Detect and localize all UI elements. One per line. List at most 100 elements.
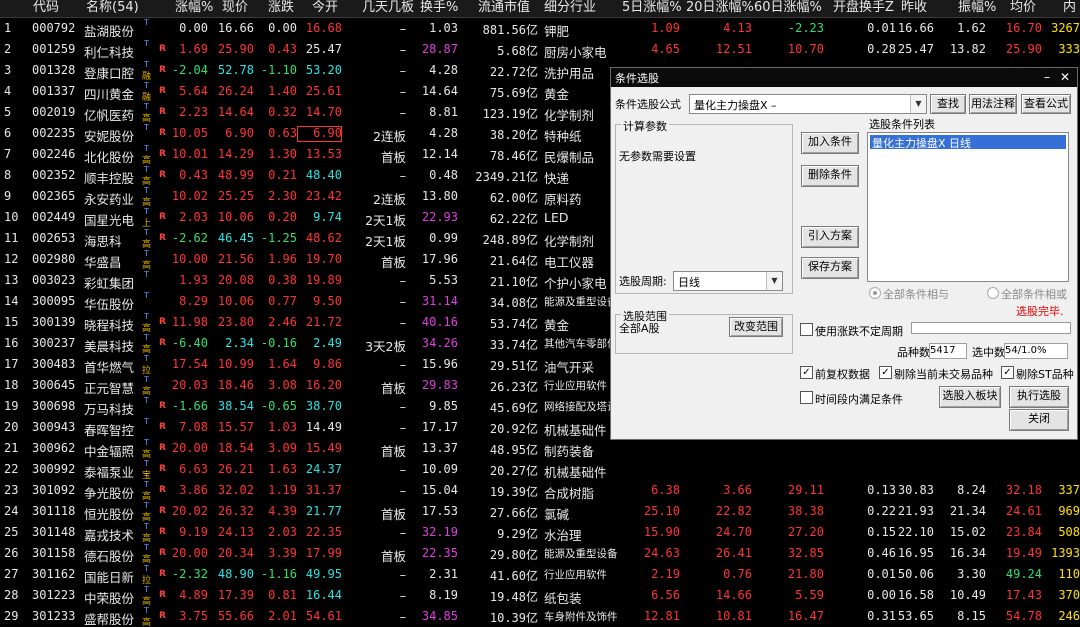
turnover-pct: 13.80 (421, 189, 458, 203)
radio-or[interactable] (987, 287, 999, 299)
column-header[interactable]: 代码 (33, 0, 59, 15)
column-header[interactable]: 开盘换手Z (833, 0, 894, 15)
change-60d: 32.85 (787, 546, 824, 560)
search-button[interactable]: 查找 (930, 94, 966, 114)
open-turnover: 0.00 (867, 588, 896, 602)
limit-up-streak: 首板 (380, 255, 406, 270)
column-header[interactable]: 名称(54) (86, 0, 139, 15)
exclude-st-checkbox[interactable]: ✓ (1001, 366, 1014, 379)
table-row[interactable]: 29 301233 盛帮股份 3.75 55.66 2.01 54.61 – 34.85 10.3… (0, 606, 1080, 627)
stock-name: 登康口腔 (84, 66, 135, 81)
timerange-checkbox[interactable] (800, 391, 813, 404)
column-header[interactable]: 60日涨幅% (754, 0, 822, 15)
save-scheme-button[interactable]: 保存方案 (801, 257, 859, 279)
close-button[interactable]: 关闭 (1009, 409, 1069, 431)
chevron-down-icon[interactable]: ▼ (766, 272, 782, 290)
open: 23.42 (305, 189, 342, 203)
delete-condition-button[interactable]: 删除条件 (801, 165, 859, 187)
stock-name: 盛帮股份 (84, 612, 135, 627)
r-flag: R (159, 338, 166, 348)
tag-marker: 高 (142, 492, 152, 501)
table-row[interactable]: 24 301118 恒光股份 20.02 26.32 4.39 21.77 首板 17.53 27… (0, 501, 1080, 522)
column-header[interactable]: 今开 (312, 0, 338, 15)
stock-code: 001337 (32, 84, 76, 98)
price: 6.90 (225, 126, 254, 140)
formula-select[interactable]: 量化主力操盘X – ▼ (689, 94, 927, 114)
turnover-pct: 0.99 (429, 231, 458, 245)
turnover-pct: 40.16 (421, 315, 458, 329)
column-header[interactable]: 现价 (222, 0, 248, 15)
dialog-titlebar[interactable]: 条件选股 – ✕ (611, 68, 1077, 87)
period-select[interactable]: 日线 ▼ (673, 271, 783, 291)
industry: 行业应用软件 (544, 380, 607, 392)
industry: 原料药 (544, 192, 582, 207)
industry: LED (544, 210, 569, 225)
change-5d (620, 462, 680, 478)
table-row[interactable]: 28 301223 中荣股份 4.89 17.39 0.81 16.44 – 8.19 19.48… (0, 585, 1080, 606)
change-20d: 22.82 (715, 504, 752, 518)
column-header[interactable]: 内 (1063, 0, 1076, 15)
table-row[interactable]: 21 300962 中金辐照 20.00 18.54 3.09 15.49 首板 13.37 48… (0, 438, 1080, 459)
change: 0.43 (268, 42, 297, 56)
industry: 化学制剂 (544, 108, 595, 123)
column-header[interactable]: 均价 (1010, 0, 1036, 15)
row-number: 28 (4, 588, 19, 602)
column-header[interactable]: 涨跌 (268, 0, 294, 15)
turnover-pct: 9.85 (429, 399, 458, 413)
exclude-halt-checkbox[interactable]: ✓ (879, 366, 892, 379)
table-row[interactable]: 25 301148 嘉戎技术 9.19 24.13 2.03 22.35 – 32.19 9.29… (0, 522, 1080, 543)
import-scheme-button[interactable]: 引入方案 (801, 226, 859, 248)
column-header[interactable]: 流通市值 (478, 0, 530, 15)
prefq-checkbox[interactable]: ✓ (800, 366, 813, 379)
inner-volume (1042, 462, 1080, 478)
r-flag: R (159, 611, 166, 621)
column-header[interactable]: 细分行业 (544, 0, 596, 15)
open: 2.49 (313, 336, 342, 350)
table-row[interactable]: 23 301092 争光股份 3.86 32.02 1.19 31.37 – 15.04 19.3… (0, 480, 1080, 501)
price: 16.66 (217, 21, 254, 35)
change-pct: 10.00 (171, 252, 208, 266)
column-header[interactable]: 5日涨幅% (622, 0, 682, 15)
condition-list-item[interactable]: 量化主力操盘X 日线 (870, 135, 1066, 150)
table-row[interactable]: 2 001259 利仁科技 1.69 25.90 0.43 25.47 – 28.87 5.68亿… (0, 39, 1080, 60)
table-row[interactable]: 27 301162 国能日新 -2.32 48.90 -1.16 49.95 – 2.31 41.… (0, 564, 1080, 585)
avg-price: 23.84 (1005, 525, 1042, 539)
view-formula-button[interactable]: 查看公式 (1021, 94, 1071, 114)
add-condition-button[interactable]: 加入条件 (801, 132, 859, 154)
margin-marker: T (144, 60, 149, 69)
column-header[interactable]: 20日涨幅% (686, 0, 754, 15)
turnover-pct: 29.83 (421, 378, 458, 392)
minimize-icon[interactable]: – (1039, 69, 1055, 85)
industry: 其他汽车零部件 (544, 338, 618, 350)
column-header[interactable]: 涨幅% (175, 0, 213, 15)
usage-notes-button[interactable]: 用法注释 (969, 94, 1017, 114)
margin-marker: T (144, 438, 149, 447)
avg-price (986, 462, 1042, 478)
float-market-cap: 22.72亿 (489, 65, 538, 79)
change-5d: 12.81 (643, 609, 680, 623)
column-header[interactable]: 换手% (420, 0, 458, 15)
chevron-down-icon[interactable]: ▼ (910, 95, 926, 113)
change-20d: 10.81 (715, 609, 752, 623)
open-turnover: 0.01 (867, 567, 896, 581)
change-5d: 6.38 (651, 483, 680, 497)
column-header[interactable]: 昨收 (901, 0, 927, 15)
tag-marker: 拉 (142, 366, 152, 375)
table-row[interactable]: 1 000792 盐湖股份 0.00 16.66 0.00 16.68 – 1.03 881.56… (0, 18, 1080, 39)
column-header[interactable]: 几天几板 (362, 0, 414, 15)
period-label: 选股周期: (619, 275, 667, 288)
industry: 油气开采 (544, 360, 595, 375)
float-market-cap: 26.23亿 (489, 380, 538, 394)
table-row[interactable]: 22 300992 泰福泵业 6.63 26.21 1.63 24.37 – 10.09 20.2… (0, 459, 1080, 480)
run-selection-button[interactable]: 执行选股 (1009, 386, 1069, 408)
stock-name: 华盛昌 (84, 255, 122, 270)
table-row[interactable]: 26 301158 德石股份 20.00 20.34 3.39 17.99 首板 22.35 29… (0, 543, 1080, 564)
close-icon[interactable]: ✕ (1057, 69, 1073, 85)
unfixed-period-checkbox[interactable] (800, 323, 813, 336)
add-to-block-button[interactable]: 选股入板块 (939, 386, 1001, 408)
change-range-button[interactable]: 改变范围 (729, 317, 783, 337)
change: 0.81 (268, 588, 297, 602)
radio-and[interactable] (869, 287, 881, 299)
condition-list[interactable]: 量化主力操盘X 日线 (867, 132, 1069, 282)
column-header[interactable]: 振幅% (958, 0, 996, 15)
